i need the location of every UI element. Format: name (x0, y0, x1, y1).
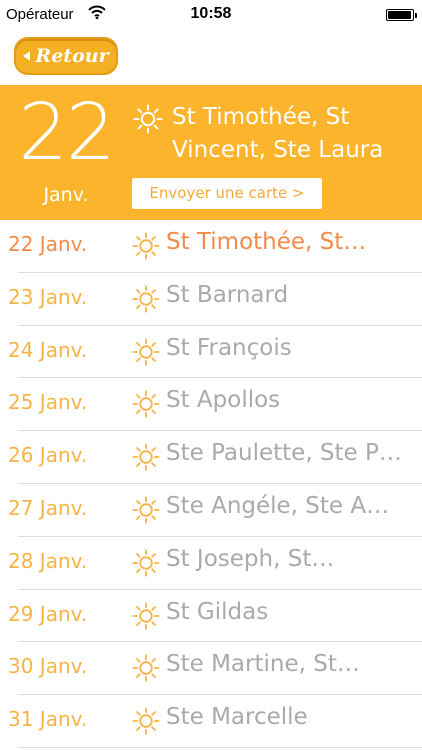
sun-icon (132, 496, 160, 524)
list-item-date: 27 Janv. (8, 495, 88, 520)
sun-icon (132, 654, 160, 682)
list-item-date: 26 Janv. (8, 443, 88, 468)
nav-bar: Retour (0, 30, 422, 85)
battery-fill (388, 11, 411, 19)
list-item-saints: Ste Angéle, Ste A… (166, 492, 390, 519)
list-item[interactable]: 29 Janv. St Gildas (0, 590, 422, 643)
list-item-saints: St Apollos (166, 387, 281, 414)
featured-month: Janv. (43, 184, 89, 206)
list-item-saints: St Barnard (166, 281, 289, 308)
featured-day-number: 22 (18, 88, 115, 178)
list-item-saints: St Timothée, St… (166, 229, 367, 255)
back-arrow-icon (23, 51, 31, 61)
clock: 10:58 (190, 5, 232, 22)
featured-day-header: 22 Janv. St Timothée, St Vincent, Ste La… (0, 85, 422, 220)
list-item[interactable]: 24 Janv. St François (0, 326, 422, 379)
list-item[interactable]: 31 Janv. Ste Marcelle (0, 695, 422, 748)
list-item-date: 23 Janv. (8, 284, 88, 309)
list-item-date: 30 Janv. (8, 654, 88, 679)
list-item-saints: St Joseph, St… (166, 545, 335, 572)
list-item-saints: Ste Paulette, Ste P… (166, 440, 402, 467)
sun-icon (132, 707, 160, 735)
list-item[interactable]: 22 Janv. St Timothée, St… (0, 220, 422, 273)
list-item[interactable]: 28 Janv. St Joseph, St… (0, 537, 422, 590)
send-card-button[interactable]: Envoyer une carte > (132, 178, 322, 209)
list-item-saints: St François (166, 334, 292, 361)
featured-saints-names: St Timothée, St Vincent, Ste Laura (172, 104, 384, 163)
list-item-date: 31 Janv. (8, 707, 88, 732)
battery-icon (386, 9, 417, 21)
list-item[interactable]: 27 Janv. Ste Angéle, Ste A… (0, 484, 422, 537)
list-item-date: 28 Janv. (8, 548, 88, 573)
list-item[interactable]: 25 Janv. St Apollos (0, 378, 422, 431)
sun-icon (132, 602, 160, 630)
sun-icon (132, 549, 160, 577)
sun-icon (132, 285, 160, 313)
list-item-saints: Ste Marcelle (166, 704, 308, 731)
list-item-date: 24 Janv. (8, 337, 88, 362)
sun-icon (132, 232, 160, 260)
list-item-date: 25 Janv. (8, 390, 88, 415)
list-item-date: 22 Janv. (8, 232, 88, 256)
list-item-saints: Ste Martine, St… (166, 651, 360, 678)
sun-icon (133, 104, 163, 134)
back-button-label: Retour (35, 45, 109, 67)
back-button[interactable]: Retour (14, 37, 118, 75)
saints-list: 22 Janv. St Timothée, St… 23 Janv. St Ba… (0, 220, 422, 748)
list-item[interactable]: 30 Janv. Ste Martine, St… (0, 642, 422, 695)
status-bar: Opérateur 10:58 (0, 0, 422, 30)
list-item[interactable]: 23 Janv. St Barnard (0, 273, 422, 326)
list-item-saints: St Gildas (166, 598, 269, 625)
list-item[interactable]: 26 Janv. Ste Paulette, Ste P… (0, 431, 422, 484)
sun-icon (132, 390, 160, 418)
sun-icon (132, 443, 160, 471)
sun-icon (132, 338, 160, 366)
list-item-date: 29 Janv. (8, 601, 88, 626)
